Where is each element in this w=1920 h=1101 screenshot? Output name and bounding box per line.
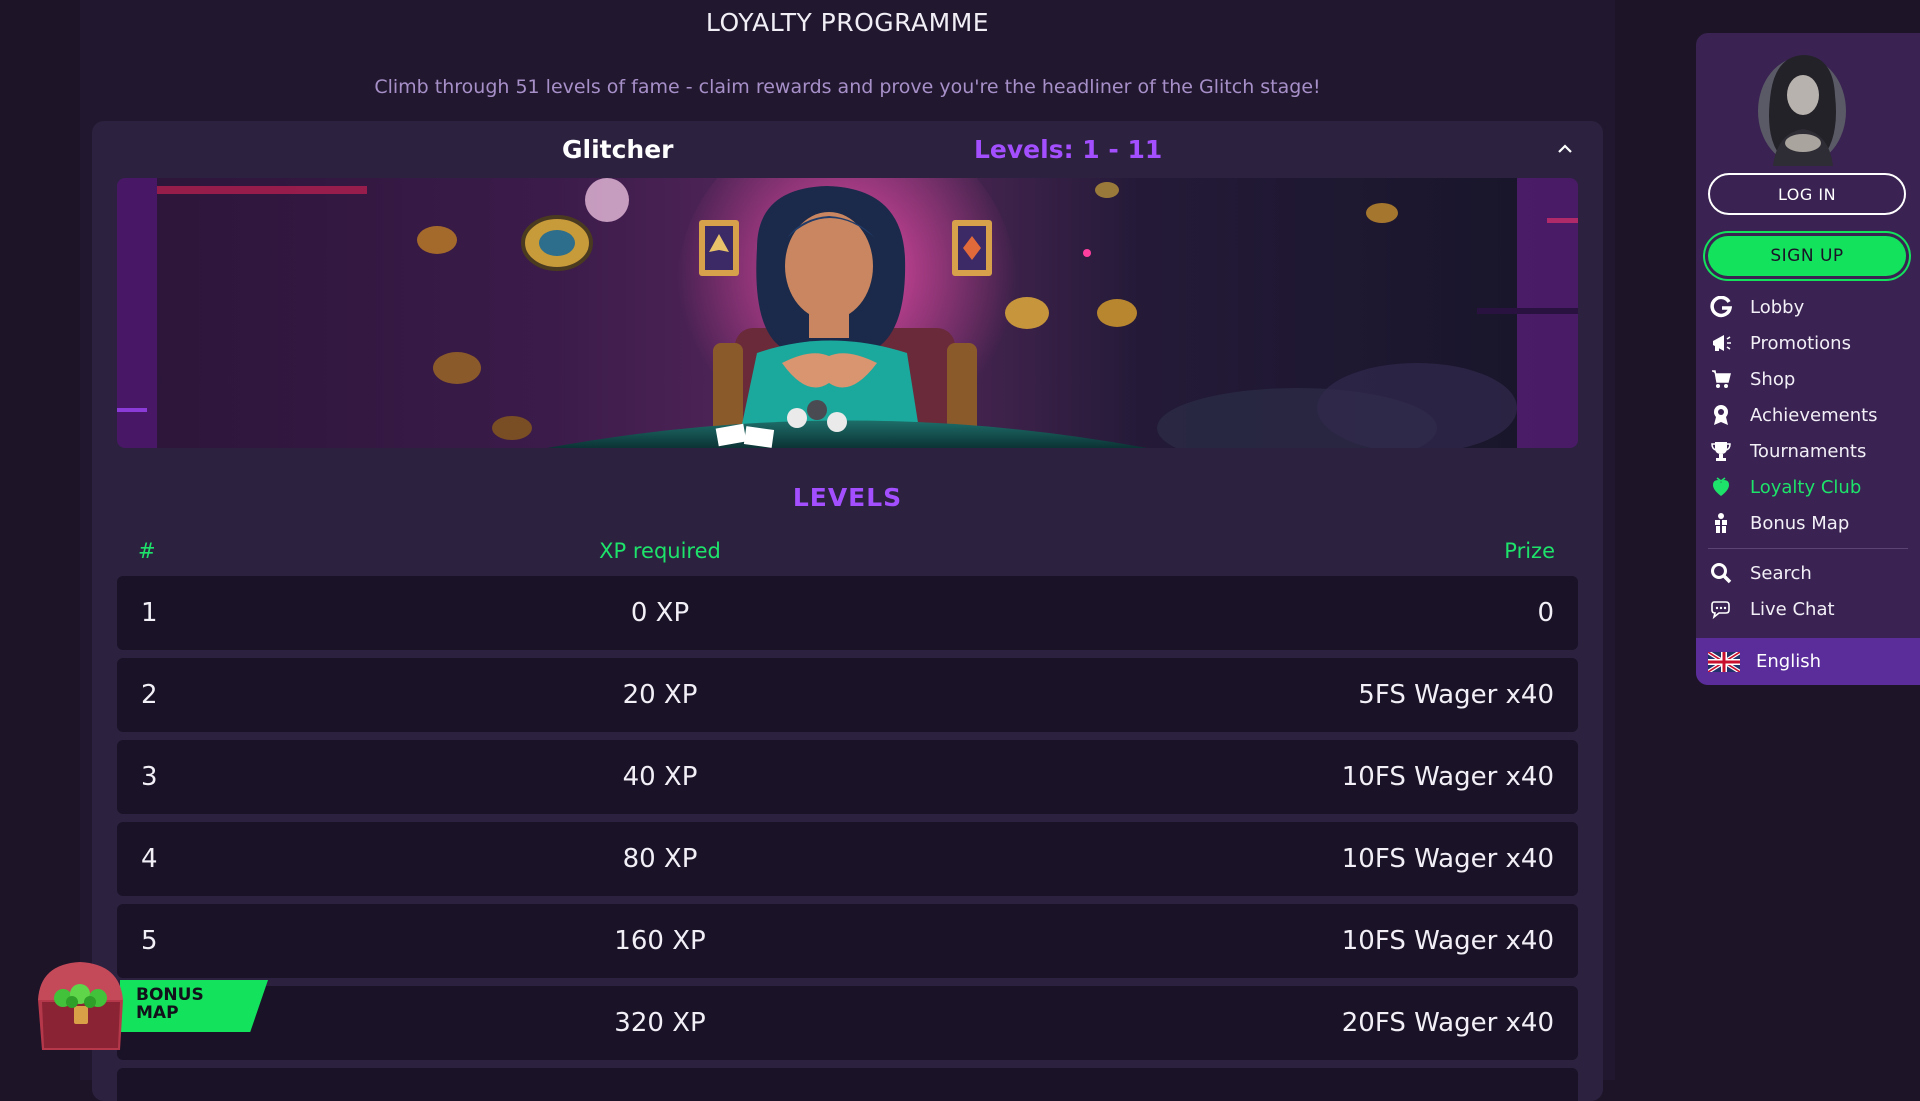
level-number: 3 <box>141 762 158 792</box>
table-row: 2 20 XP 5FS Wager x40 <box>117 658 1578 732</box>
sidebar-item-label: Promotions <box>1750 332 1851 354</box>
level-prize: 10FS Wager x40 <box>1341 926 1554 956</box>
g-logo-icon <box>1708 294 1734 320</box>
sidebar-item-label: Live Chat <box>1750 598 1835 620</box>
sidebar-item-tournaments[interactable]: Tournaments <box>1708 435 1908 467</box>
chat-icon <box>1708 596 1734 622</box>
language-selector[interactable]: English <box>1696 638 1920 685</box>
sidebar-item-search[interactable]: Search <box>1708 557 1908 589</box>
trophy-icon <box>1708 438 1734 464</box>
table-row <box>117 1068 1578 1101</box>
main-content: LOYALTY PROGRAMME Climb through 51 level… <box>80 0 1615 1101</box>
sidebar-item-shop[interactable]: Shop <box>1708 363 1908 395</box>
sidebar-item-bonus-map[interactable]: Bonus Map <box>1708 507 1908 539</box>
level-number: 4 <box>141 844 158 874</box>
cart-icon <box>1708 366 1734 392</box>
sidebar-item-label: Loyalty Club <box>1750 476 1862 498</box>
bonus-map-text: BONUS MAP <box>136 985 204 1023</box>
sidebar-item-live-chat[interactable]: Live Chat <box>1708 593 1908 625</box>
gift-icon <box>1708 510 1734 536</box>
level-number: 2 <box>141 680 158 710</box>
sidebar-item-loyalty-club[interactable]: Loyalty Club <box>1708 471 1908 503</box>
table-row: 1 0 XP 0 <box>117 576 1578 650</box>
sidebar-divider <box>1708 548 1908 549</box>
level-number: 1 <box>141 598 158 628</box>
level-xp: 80 XP <box>622 844 698 874</box>
language-label: English <box>1756 651 1821 672</box>
sidebar-item-label: Search <box>1750 562 1812 584</box>
medal-icon <box>1708 402 1734 428</box>
table-row: 3 40 XP 10FS Wager x40 <box>117 740 1578 814</box>
table-row: 6 320 XP 20FS Wager x40 <box>117 986 1578 1060</box>
level-prize: 20FS Wager x40 <box>1341 1008 1554 1038</box>
loyalty-tier-panel: Glitcher Levels: 1 - 11 LEVELS # XP requ… <box>92 121 1603 1101</box>
bonus-map-widget[interactable]: BONUS MAP <box>28 950 268 1060</box>
level-xp: 40 XP <box>622 762 698 792</box>
sidebar-item-label: Shop <box>1750 368 1796 390</box>
tier-name: Glitcher <box>562 135 674 164</box>
signup-button[interactable]: SIGN UP <box>1708 236 1906 276</box>
sidebar: LOG IN SIGN UP Lobby Promotions Shop Ach… <box>1696 33 1920 685</box>
chevron-up-icon[interactable] <box>1553 137 1577 161</box>
login-button[interactable]: LOG IN <box>1708 173 1906 215</box>
sidebar-item-label: Bonus Map <box>1750 512 1850 534</box>
level-prize: 5FS Wager x40 <box>1358 680 1554 710</box>
levels-heading: LEVELS <box>792 483 903 512</box>
column-header-prize: Prize <box>1504 539 1555 563</box>
treasure-chest-icon <box>38 962 123 1050</box>
sidebar-item-label: Tournaments <box>1750 440 1867 462</box>
loyalty-icon <box>1708 474 1734 500</box>
column-header-number: # <box>138 539 156 563</box>
table-row: 5 160 XP 10FS Wager x40 <box>117 904 1578 978</box>
level-xp: 20 XP <box>622 680 698 710</box>
level-prize: 10FS Wager x40 <box>1341 762 1554 792</box>
level-xp: 160 XP <box>614 926 706 956</box>
sidebar-item-achievements[interactable]: Achievements <box>1708 399 1908 431</box>
avatar <box>1757 51 1847 166</box>
page-title: LOYALTY PROGRAMME <box>705 8 990 37</box>
megaphone-icon <box>1708 330 1734 356</box>
tier-level-range: Levels: 1 - 11 <box>974 135 1163 164</box>
sidebar-item-label: Lobby <box>1750 296 1805 318</box>
tier-banner-image <box>117 178 1578 448</box>
page-subtitle: Climb through 51 levels of fame - claim … <box>374 76 1321 98</box>
uk-flag-icon <box>1706 649 1742 674</box>
search-icon <box>1708 560 1734 586</box>
level-prize: 10FS Wager x40 <box>1341 844 1554 874</box>
sidebar-item-label: Achievements <box>1750 404 1878 426</box>
table-row: 4 80 XP 10FS Wager x40 <box>117 822 1578 896</box>
sidebar-item-promotions[interactable]: Promotions <box>1708 327 1908 359</box>
level-xp: 320 XP <box>614 1008 706 1038</box>
column-header-xp: XP required <box>599 539 721 563</box>
sidebar-item-lobby[interactable]: Lobby <box>1708 291 1908 323</box>
level-prize: 0 <box>1537 598 1554 628</box>
level-xp: 0 XP <box>630 598 690 628</box>
tier-header[interactable]: Glitcher Levels: 1 - 11 <box>92 121 1603 177</box>
